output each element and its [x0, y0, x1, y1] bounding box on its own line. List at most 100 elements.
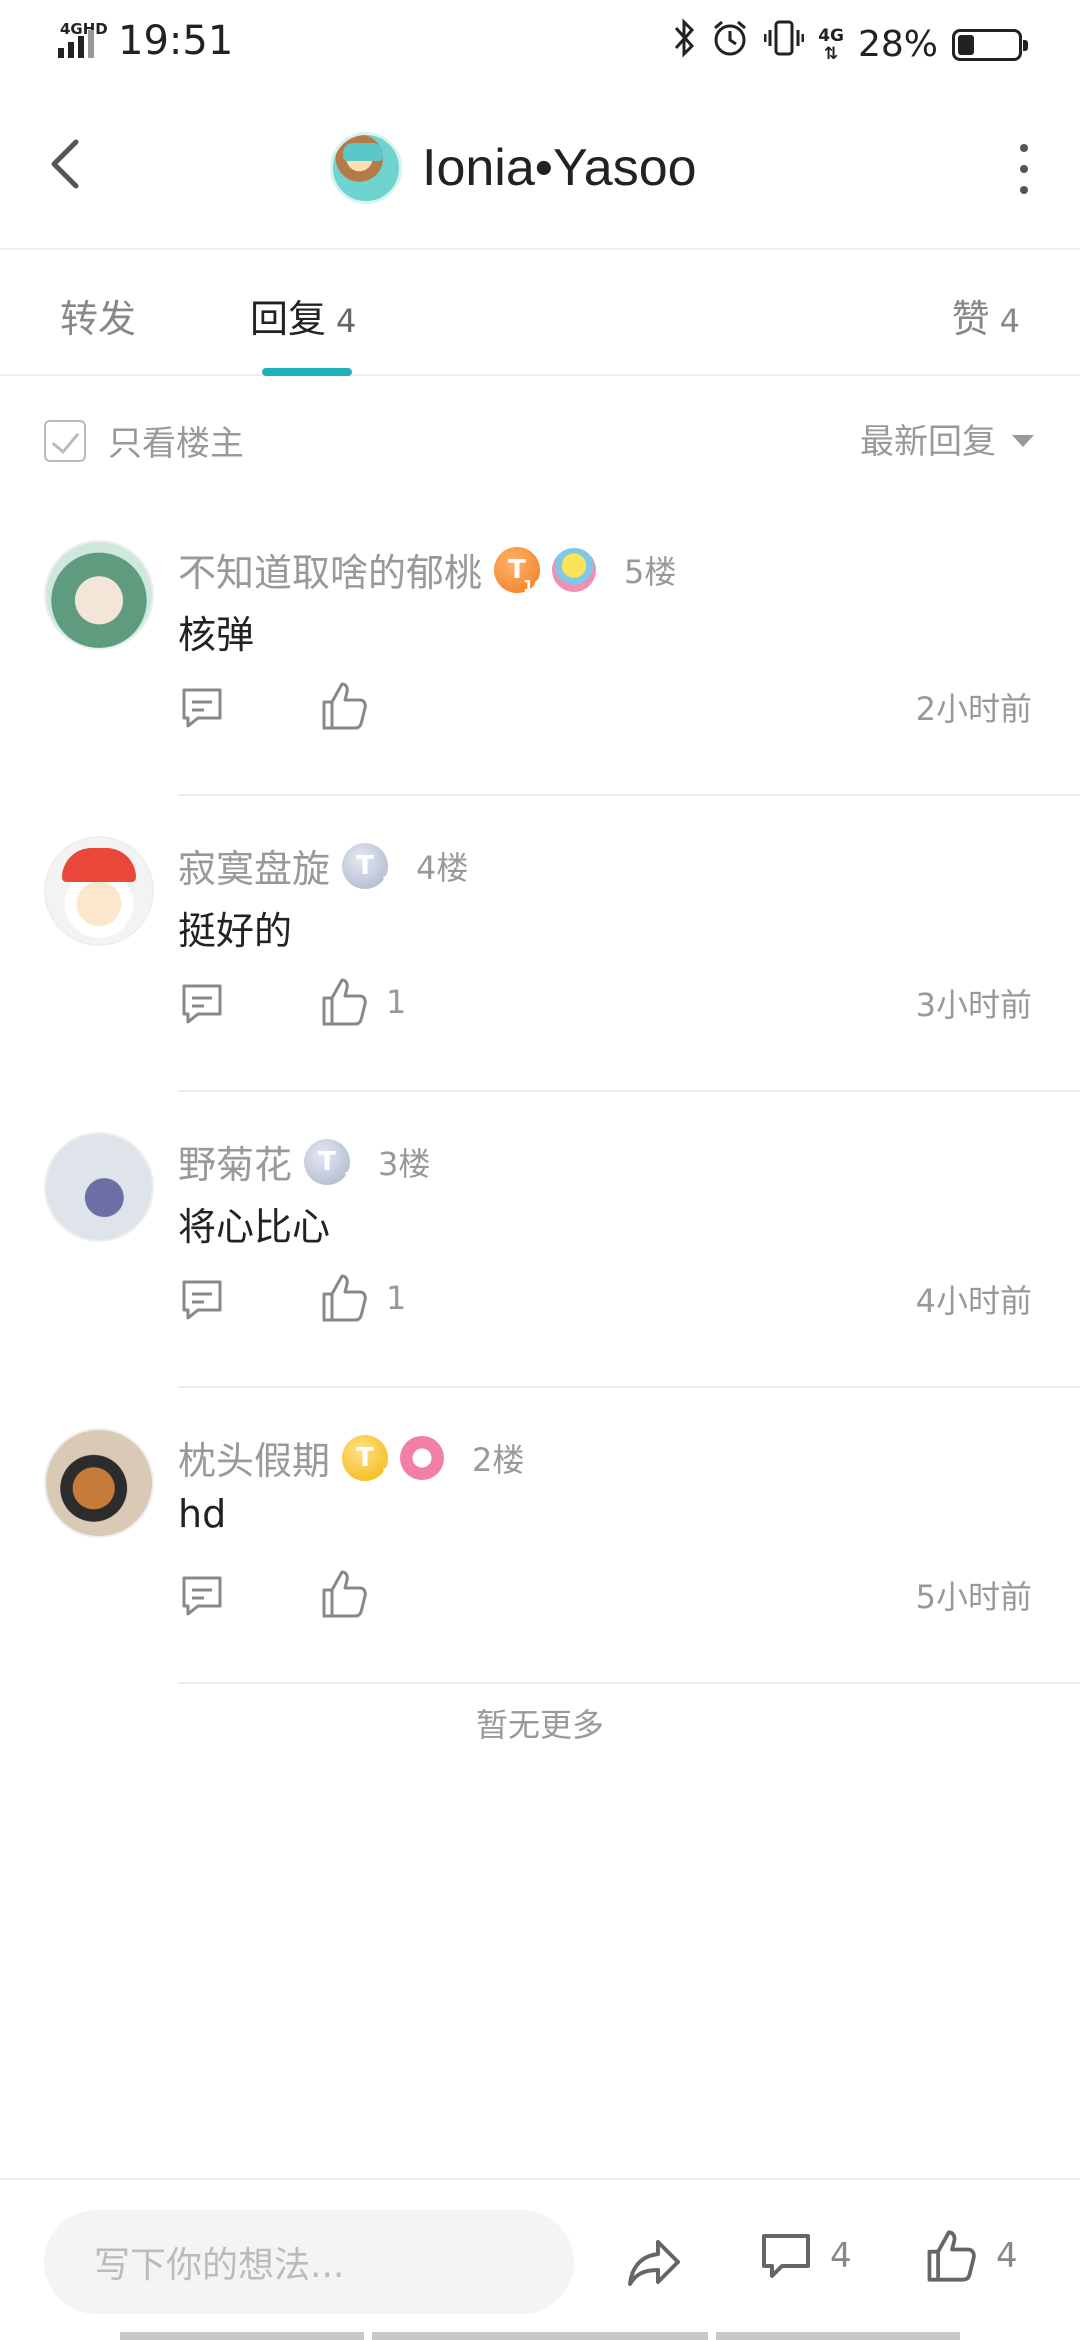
thumbs-up-icon: [322, 1570, 367, 1618]
more-vertical-icon: [1020, 144, 1028, 152]
sort-dropdown[interactable]: 最新回复: [860, 414, 1034, 463]
comment-input[interactable]: 写下你的想法...: [44, 2210, 574, 2314]
comment-icon: [182, 984, 222, 1024]
battery-icon: [952, 28, 1028, 61]
tab-reply-label: 回复: [250, 297, 327, 341]
tab-forward-label: 转发: [60, 297, 137, 341]
level-badge-icon: T1: [342, 1434, 392, 1483]
checkbox-icon[interactable]: [44, 419, 86, 462]
tab-reply-count: 4: [336, 302, 357, 340]
tab-bar: 转发 回复 4 赞4: [0, 252, 1080, 376]
comment-icon: [762, 2234, 810, 2278]
cellular-signal-icon: 4GHD: [58, 20, 108, 58]
nav-indicator: [120, 2332, 364, 2340]
badge-letter: T: [356, 1442, 374, 1473]
floor-number: 4楼: [416, 848, 469, 887]
alarm-icon: [710, 18, 750, 71]
tab-like-count: 4: [999, 302, 1020, 340]
comment-button[interactable]: 4: [760, 2230, 852, 2282]
comment-time: 5小时前: [915, 1578, 1032, 1616]
comment-author[interactable]: 不知道取啥的郁桃: [178, 542, 482, 597]
avatar[interactable]: [44, 1428, 154, 1538]
comment-icon: [182, 1576, 222, 1616]
comment-item[interactable]: 枕头假期 T1 2楼 hd 5小时前: [0, 1388, 1080, 1684]
comment-time: 2小时前: [915, 690, 1032, 728]
comment-icon: [182, 688, 222, 728]
page-title: Ionia•Yasoo: [422, 139, 697, 197]
floor-number: 2楼: [472, 1440, 525, 1479]
comment-text: 核弹: [178, 613, 255, 657]
comment-item[interactable]: 寂寞盘旋 T1 4楼 挺好的 1 3小时前: [0, 796, 1080, 1092]
avatar[interactable]: [44, 1132, 154, 1242]
bluetooth-icon: [672, 18, 696, 71]
divider: [178, 1682, 1080, 1684]
comment-count: 4: [830, 2236, 852, 2276]
thumbs-up-icon: [322, 682, 367, 730]
no-more-label: 暂无更多: [475, 1706, 604, 1744]
like-button[interactable]: [320, 680, 386, 732]
thumbs-up-icon: [927, 2230, 976, 2282]
bottom-bar: 写下你的想法... 4 4: [0, 2178, 1080, 2340]
op-only-toggle[interactable]: 只看楼主: [44, 416, 244, 465]
comment-text: 挺好的: [178, 909, 293, 953]
like-button[interactable]: 1: [320, 976, 406, 1028]
comment-item[interactable]: 不知道取啥的郁桃 T 10 5楼 核弹 2小时前: [0, 500, 1080, 796]
like-count: 1: [386, 983, 407, 1021]
chevron-left-icon: [51, 139, 79, 189]
caret-down-icon: [1012, 434, 1034, 447]
floor-number: 5楼: [624, 552, 677, 591]
active-tab-indicator: [262, 368, 352, 376]
comment-text: 将心比心: [178, 1205, 331, 1249]
tab-like[interactable]: 赞4: [952, 288, 1020, 343]
nav-indicator: [372, 2332, 708, 2340]
avatar[interactable]: [44, 836, 154, 946]
battery-percent: 28%: [857, 24, 938, 65]
like-count: 4: [996, 2236, 1018, 2276]
decoration-badge-icon: [400, 1435, 445, 1480]
badge-level: 1: [381, 872, 393, 891]
filter-row: 只看楼主 最新回复: [0, 378, 1080, 498]
like-button[interactable]: 1: [320, 1272, 406, 1324]
share-button[interactable]: [624, 2232, 684, 2292]
badge-level: 1: [343, 1168, 355, 1187]
comment-author[interactable]: 寂寞盘旋: [178, 838, 330, 893]
tab-like-label: 赞: [951, 297, 990, 341]
badge-level: 10: [523, 576, 545, 595]
badge-level: 1: [381, 1464, 393, 1483]
status-bar: 4GHD 19:51 4G ⇅ 28%: [0, 0, 1080, 84]
status-time: 19:51: [118, 18, 234, 64]
floor-number: 3楼: [378, 1144, 431, 1183]
avatar[interactable]: [44, 540, 154, 650]
level-badge-icon: T1: [304, 1138, 354, 1187]
back-button[interactable]: [40, 128, 96, 200]
vibrate-icon: [763, 18, 805, 71]
comment-time: 4小时前: [915, 1282, 1032, 1320]
signal-icon: 4G ⇅: [818, 25, 844, 64]
thumbs-up-icon: [322, 978, 367, 1026]
level-badge-icon: T 10: [494, 546, 544, 595]
level-badge-icon: T1: [342, 842, 392, 891]
like-count: 1: [386, 1279, 407, 1317]
like-post-button[interactable]: 4: [924, 2228, 1018, 2284]
comment-item[interactable]: 野菊花 T1 3楼 将心比心 1 4小时前: [0, 1092, 1080, 1388]
reply-button[interactable]: [178, 684, 226, 732]
op-only-label: 只看楼主: [108, 424, 244, 464]
nav-indicator: [716, 2332, 960, 2340]
decoration-badge-icon: [552, 547, 597, 592]
more-button[interactable]: [1012, 144, 1036, 194]
like-button[interactable]: [320, 1568, 386, 1620]
reply-button[interactable]: [178, 1276, 226, 1324]
header-avatar[interactable]: [330, 132, 402, 204]
sort-label: 最新回复: [860, 422, 996, 462]
tab-reply[interactable]: 回复 4: [250, 288, 356, 343]
comment-icon: [182, 1280, 222, 1320]
badge-letter: T: [356, 850, 374, 881]
network-right-label: 4G: [818, 25, 844, 46]
share-icon: [628, 2240, 680, 2286]
reply-button[interactable]: [178, 980, 226, 1028]
comment-author[interactable]: 枕头假期: [178, 1430, 330, 1485]
header: Ionia•Yasoo: [0, 84, 1080, 250]
comment-author[interactable]: 野菊花: [178, 1134, 292, 1189]
reply-button[interactable]: [178, 1572, 226, 1620]
tab-forward[interactable]: 转发: [60, 288, 136, 343]
